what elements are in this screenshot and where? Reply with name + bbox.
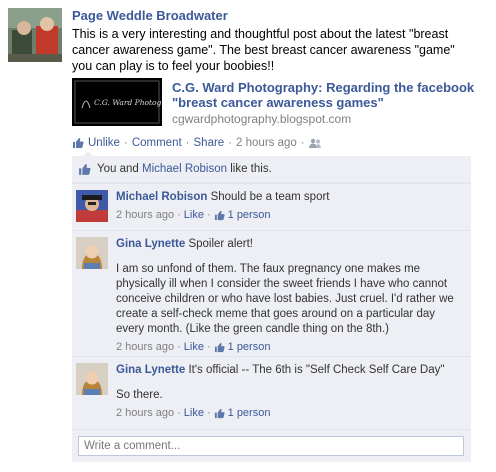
comment-link[interactable]: Comment	[132, 137, 182, 149]
share-link[interactable]: Share	[194, 137, 225, 149]
thumbs-up-icon	[72, 137, 84, 149]
comment-paragraph: So there.	[116, 389, 163, 401]
comment-meta: 2 hours ago · Like · 1 person	[116, 406, 466, 421]
separator: ·	[177, 341, 181, 353]
comment-timestamp[interactable]: 2 hours ago	[116, 340, 174, 355]
audience-friends-icon[interactable]	[308, 138, 322, 149]
comment-body: Gina Lynette Spoiler alert! I am so unfo…	[116, 237, 466, 355]
commenter-name[interactable]: Gina Lynette	[116, 364, 185, 376]
likes-you: You and	[97, 163, 139, 175]
author-avatar[interactable]	[8, 8, 62, 62]
comment-like-count[interactable]: 1 person	[228, 406, 271, 421]
comment-like-count[interactable]: 1 person	[228, 340, 271, 355]
attachment-thumbnail[interactable]: C.G. Ward Photography	[72, 78, 162, 126]
story-actions: Unlike · Comment · Share · 2 hours ago ·	[72, 137, 322, 149]
like-thumb-icon	[78, 163, 91, 176]
separator: ·	[177, 407, 181, 419]
comment-timestamp[interactable]: 2 hours ago	[116, 406, 174, 421]
comment-item: Gina Lynette It's official -- The 6th is…	[72, 356, 471, 429]
post-timestamp[interactable]: 2 hours ago	[236, 137, 297, 149]
attachment-title[interactable]: C.G. Ward Photography: Regarding the fac…	[172, 80, 482, 110]
separator: ·	[123, 137, 128, 149]
unlike-link[interactable]: Unlike	[88, 137, 120, 149]
author-name[interactable]: Page Weddle Broadwater	[72, 8, 228, 23]
comment-input[interactable]: Write a comment...	[78, 436, 464, 456]
comment-like-link[interactable]: Like	[184, 340, 204, 355]
commenter-avatar[interactable]	[76, 363, 108, 395]
comment-text: Spoiler alert!	[188, 238, 253, 250]
thumb-caption: C.G. Ward Photography	[94, 98, 162, 107]
attachment-url: cgwardphotography.blogspot.com	[172, 112, 352, 126]
likes-summary: You and Michael Robison like this.	[72, 156, 471, 183]
comment-item: Michael Robison Should be a team sport 2…	[72, 183, 471, 231]
comment-like-count[interactable]: 1 person	[228, 208, 271, 223]
comment-body: Gina Lynette It's official -- The 6th is…	[116, 363, 466, 421]
comment-item: Gina Lynette Spoiler alert! I am so unfo…	[72, 230, 471, 357]
commenter-name[interactable]: Michael Robison	[116, 191, 207, 203]
comment-paragraph: I am so unfond of them. The faux pregnan…	[116, 263, 454, 335]
comment-like-link[interactable]: Like	[184, 406, 204, 421]
commenter-avatar[interactable]	[76, 190, 108, 222]
comment-meta: 2 hours ago · Like · 1 person	[116, 208, 466, 223]
likes-other-user[interactable]: Michael Robison	[142, 163, 227, 175]
comment-like-thumb-icon	[214, 210, 225, 221]
likes-suffix: like this.	[230, 163, 272, 175]
separator: ·	[206, 407, 211, 419]
separator: ·	[228, 137, 233, 149]
comment-timestamp[interactable]: 2 hours ago	[116, 208, 174, 223]
link-attachment[interactable]: C.G. Ward Photography C.G. Ward Photogra…	[72, 78, 482, 130]
commenter-avatar[interactable]	[76, 237, 108, 269]
separator: ·	[206, 341, 211, 353]
comment-text: It's official -- The 6th is "Self Check …	[188, 364, 445, 376]
comment-body: Michael Robison Should be a team sport 2…	[116, 190, 466, 223]
comment-like-thumb-icon	[214, 342, 225, 353]
separator: ·	[300, 137, 305, 149]
comment-meta: 2 hours ago · Like · 1 person	[116, 340, 466, 355]
comment-composer: Write a comment...	[72, 429, 471, 462]
separator: ·	[185, 137, 190, 149]
commenter-name[interactable]: Gina Lynette	[116, 238, 185, 250]
separator: ·	[177, 209, 181, 221]
comment-text: Should be a team sport	[210, 191, 330, 203]
post-message: This is a very interesting and thoughtfu…	[72, 27, 455, 73]
comment-like-thumb-icon	[214, 408, 225, 419]
comment-like-link[interactable]: Like	[184, 208, 204, 223]
separator: ·	[206, 209, 211, 221]
